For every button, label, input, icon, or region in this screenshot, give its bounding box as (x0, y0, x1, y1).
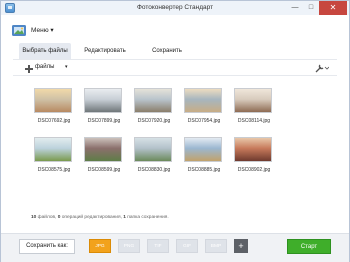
format-jpg-button[interactable]: JPG (89, 239, 111, 253)
bottom-bar: Сохранить как: JPG PNG TIF GIF BMP + Ста… (1, 233, 349, 262)
file-thumbnail[interactable]: DSC08599.jpg (81, 137, 127, 177)
minimize-icon[interactable]: — (287, 1, 303, 15)
edits-word: операций редактирования, (60, 215, 124, 220)
file-name: DSC07899.jpg (87, 118, 121, 124)
file-toolbar: файлы ▾ (13, 61, 337, 75)
add-files-label: файлы (35, 64, 55, 70)
add-format-button[interactable]: + (234, 239, 248, 253)
file-name: DSC08830.jpg (137, 167, 171, 173)
thumbnail-image (184, 137, 222, 162)
app-logo-icon (12, 25, 26, 36)
format-bmp-button[interactable]: BMP (205, 239, 227, 253)
file-name: DSC08885.jpg (187, 167, 221, 173)
tab-divider (13, 59, 337, 60)
thumbnail-image (134, 88, 172, 113)
file-thumbnail[interactable]: DSC08575.jpg (31, 137, 77, 177)
wrench-icon[interactable] (315, 63, 331, 73)
status-summary: 10 файлов, 0 операций редактирования, 1 … (31, 215, 169, 220)
file-name: DSC08902.jpg (237, 167, 271, 173)
file-thumbnail[interactable]: DSC07954.jpg (181, 88, 227, 128)
title-bar: Фотоконвертер Стандарт — □ ✕ (1, 1, 349, 15)
file-name: DSC08599.jpg (87, 167, 121, 173)
folders-word: папка сохранения. (125, 215, 169, 220)
save-as-button[interactable]: Сохранить как: (19, 239, 75, 254)
thumbnail-image (234, 137, 272, 162)
toolbar-divider (13, 75, 337, 76)
file-name: DSC07954.jpg (187, 118, 221, 124)
menu-label: Меню ▾ (31, 27, 54, 34)
thumbnail-image (234, 88, 272, 113)
wrench-icon-svg (315, 64, 330, 73)
close-icon[interactable]: ✕ (319, 1, 347, 15)
app-window: Фотоконвертер Стандарт — □ ✕ Меню ▾ Выбр… (0, 0, 350, 262)
thumbnail-image (184, 88, 222, 113)
files-word: файлов, (36, 215, 58, 220)
file-thumbnail[interactable]: DSC07899.jpg (81, 88, 127, 128)
file-thumbnail[interactable]: DSC08114.jpg (231, 88, 277, 128)
format-gif-button[interactable]: GIF (176, 239, 198, 253)
tab-save[interactable]: Сохранить (143, 43, 191, 59)
file-name: DSC08114.jpg (237, 118, 271, 124)
thumbnail-image (34, 137, 72, 162)
start-button[interactable]: Старт (287, 239, 331, 254)
thumbnail-image (134, 137, 172, 162)
plus-icon (25, 65, 33, 73)
thumbnail-image (34, 88, 72, 113)
thumbnail-image (84, 88, 122, 113)
file-thumbnail[interactable]: DSC08830.jpg (131, 137, 177, 177)
format-tif-button[interactable]: TIF (147, 239, 169, 253)
file-thumbnail[interactable]: DSC08885.jpg (181, 137, 227, 177)
file-name: DSC08575.jpg (37, 167, 71, 173)
file-name: DSC07692.jpg (37, 118, 71, 124)
file-thumbnail[interactable]: DSC07692.jpg (31, 88, 77, 128)
tab-select-files[interactable]: Выбрать файлы (19, 43, 71, 59)
tab-edit[interactable]: Редактировать (75, 43, 135, 59)
format-png-button[interactable]: PNG (118, 239, 140, 253)
file-thumbnail[interactable]: DSC08902.jpg (231, 137, 277, 177)
chevron-down-icon: ▾ (65, 64, 68, 70)
maximize-icon[interactable]: □ (303, 1, 319, 15)
file-name: DSC07920.jpg (137, 118, 171, 124)
file-thumbnail[interactable]: DSC07920.jpg (131, 88, 177, 128)
thumbnail-image (84, 137, 122, 162)
